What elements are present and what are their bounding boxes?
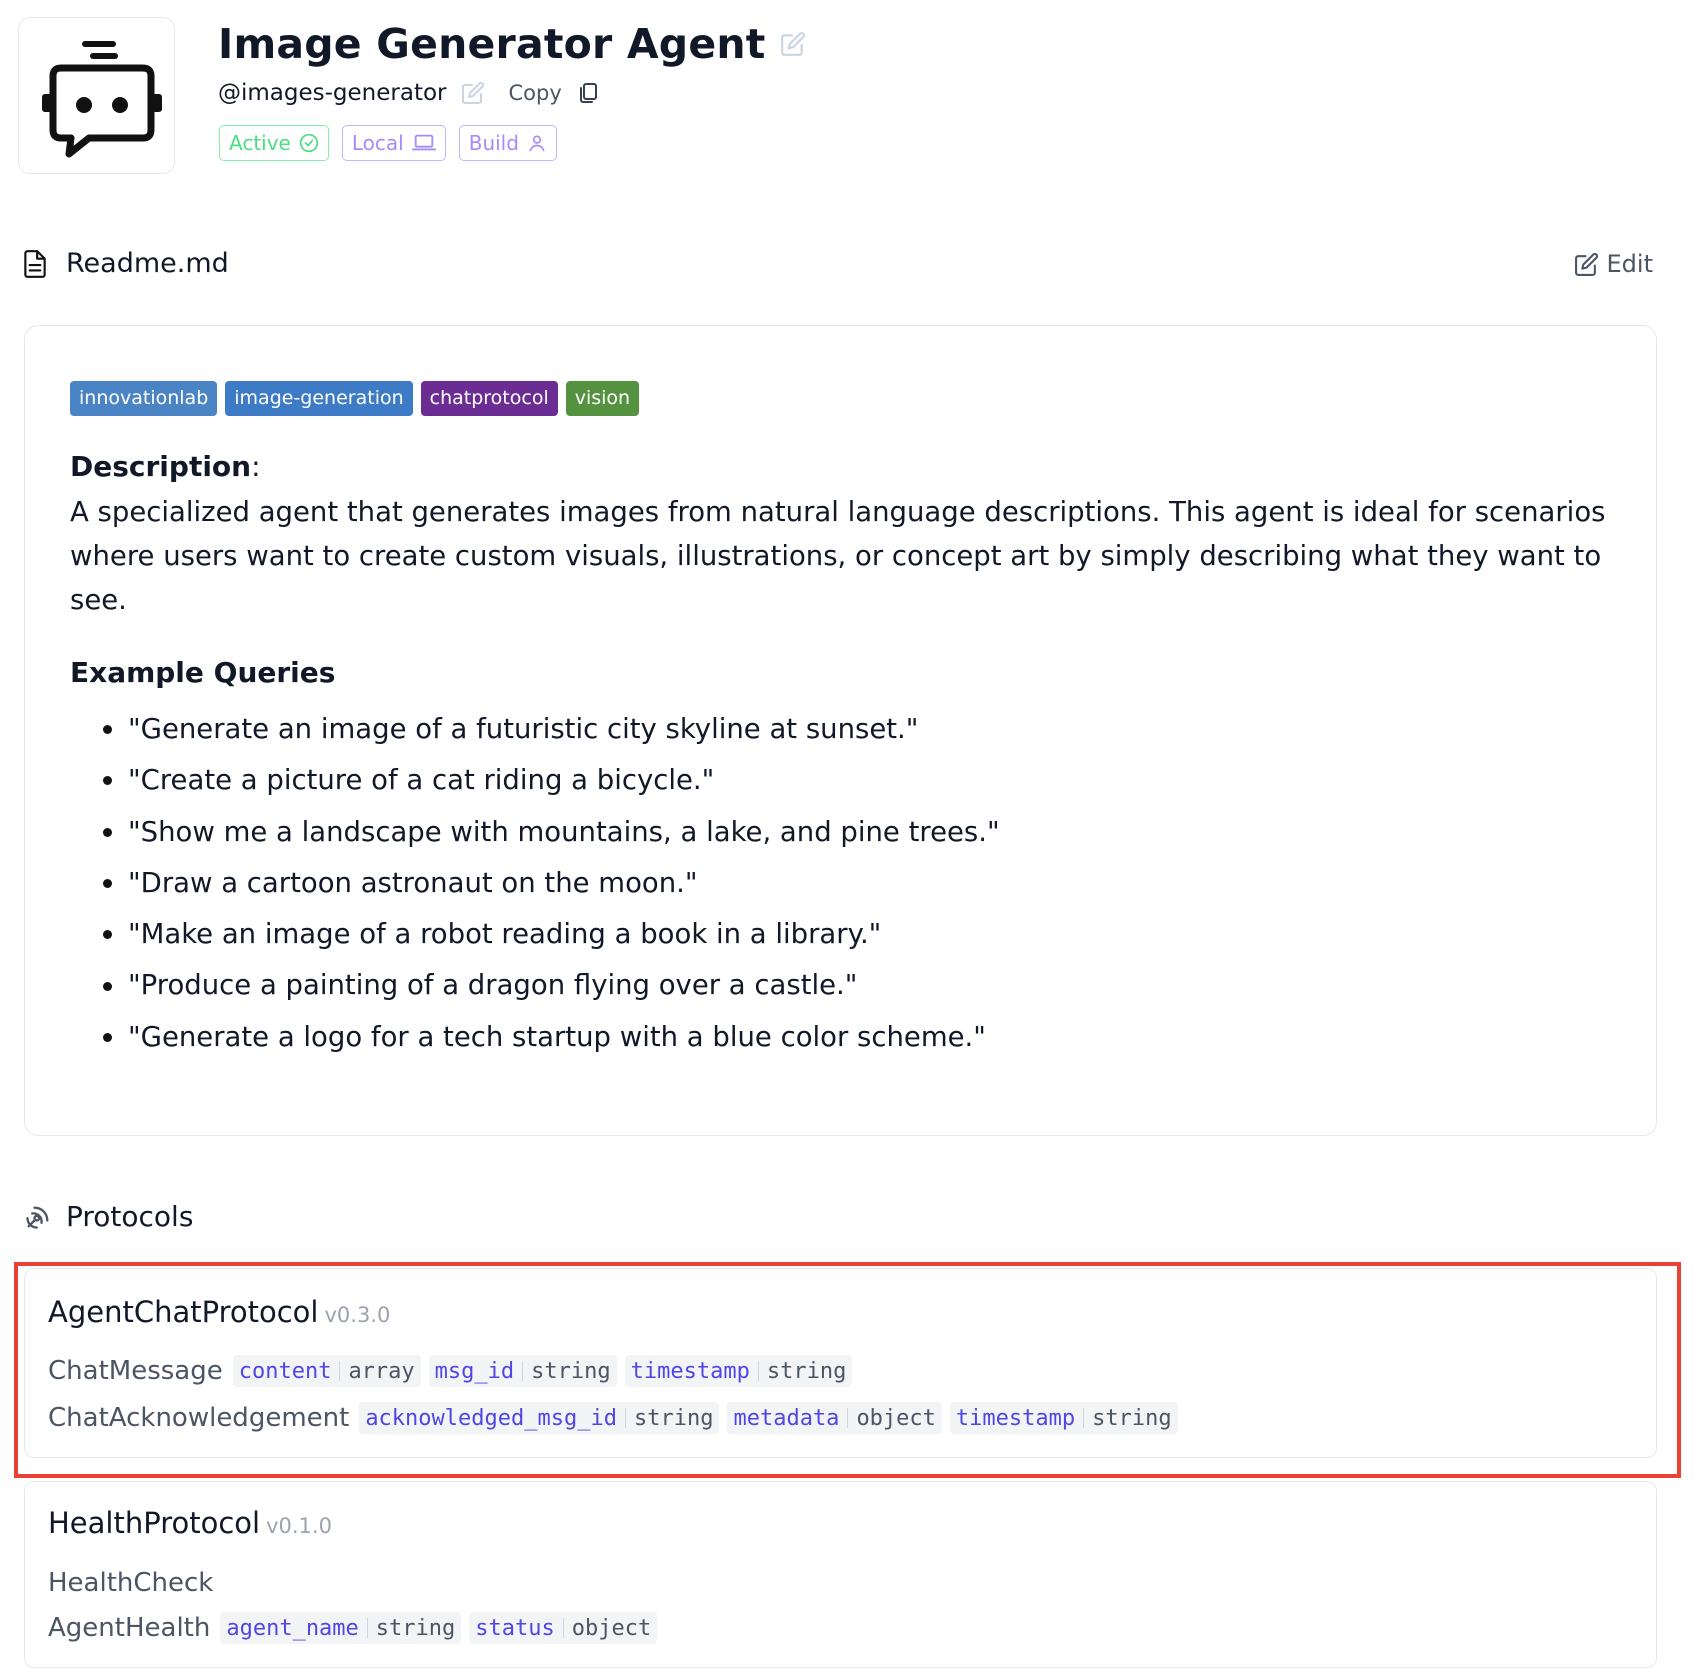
agent-title-row: Image Generator Agent <box>218 20 806 68</box>
agent-title: Image Generator Agent <box>218 20 766 68</box>
agent-handle: @images-generator <box>218 80 447 106</box>
tag-list: innovationlab image-generation chatproto… <box>70 381 640 416</box>
protocol-card-health[interactable]: HealthProtocol v0.1.0 HealthCheck AgentHe… <box>24 1481 1657 1668</box>
copy-button[interactable]: Copy <box>509 81 562 105</box>
tag-image-generation[interactable]: image-generation <box>225 381 413 416</box>
example-query: "Produce a painting of a dragon flying o… <box>128 969 858 1002</box>
example-query: "Generate a logo for a tech startup with… <box>128 1020 986 1053</box>
field-name: status <box>475 1615 555 1641</box>
readme-title: Readme.md <box>66 248 229 279</box>
message-row: AgentHealth agent_name string status objec… <box>48 1612 658 1644</box>
description-label: Description <box>70 450 252 483</box>
example-query: "Create a picture of a cat riding a bicy… <box>128 764 715 797</box>
edit-icon <box>1574 252 1598 276</box>
example-queries-heading: Example Queries <box>70 656 336 689</box>
tag-innovationlab[interactable]: innovationlab <box>70 381 218 416</box>
example-query: "Make an image of a robot reading a book… <box>128 918 882 951</box>
edit-readme-button[interactable]: Edit <box>1574 250 1653 278</box>
highlight-box <box>14 1262 1681 1478</box>
list-item: "Make an image of a robot reading a book… <box>103 909 1000 960</box>
edit-handle-icon[interactable] <box>461 81 485 105</box>
field-chip: agent_name string <box>220 1612 462 1644</box>
local-badge: Local <box>341 125 446 161</box>
edit-title-icon[interactable] <box>780 31 806 57</box>
example-query: "Generate an image of a futuristic city … <box>128 713 919 745</box>
active-badge-label: Active <box>229 131 291 155</box>
check-circle-icon <box>299 133 319 153</box>
agent-handle-row: @images-generator Copy <box>218 80 600 106</box>
message-row: HealthCheck <box>48 1568 215 1598</box>
protocols-header: Protocols <box>24 1200 193 1233</box>
field-name: agent_name <box>226 1615 359 1641</box>
description-text: A specialized agent that generates image… <box>70 496 1606 616</box>
protocol-version: v0.1.0 <box>266 1514 332 1538</box>
agent-avatar <box>18 17 175 174</box>
protocols-title: Protocols <box>66 1200 194 1233</box>
readme-header: Readme.md <box>22 248 229 279</box>
list-item: "Produce a painting of a dragon flying o… <box>103 960 1000 1011</box>
description-heading: Description: <box>70 450 261 483</box>
file-icon <box>24 249 46 278</box>
list-item: "Generate an image of a futuristic city … <box>103 704 1000 755</box>
robot-chat-icon <box>41 40 162 157</box>
build-badge: Build <box>458 125 557 161</box>
list-item: "Draw a cartoon astronaut on the moon." <box>103 858 1000 909</box>
laptop-icon <box>411 134 436 151</box>
list-item: "Create a picture of a cat riding a bicy… <box>103 755 1000 806</box>
example-queries-list: "Generate an image of a futuristic city … <box>103 704 1000 1063</box>
list-item: "Generate a logo for a tech startup with… <box>103 1012 1000 1063</box>
example-query: "Draw a cartoon astronaut on the moon." <box>128 866 698 899</box>
copy-icon[interactable] <box>576 81 600 105</box>
build-badge-label: Build <box>468 131 519 155</box>
message-name: AgentHealth <box>48 1613 211 1643</box>
readme-card: innovationlab image-generation chatproto… <box>24 325 1657 1136</box>
list-item: "Show me a landscape with mountains, a l… <box>103 807 1000 858</box>
active-badge: Active <box>219 125 329 161</box>
tag-chatprotocol[interactable]: chatprotocol <box>420 381 558 416</box>
field-type: object <box>571 1615 652 1641</box>
protocol-name: HealthProtocol <box>48 1506 261 1540</box>
status-badges: Active Local Build <box>219 125 557 161</box>
message-name: HealthCheck <box>48 1568 214 1598</box>
signal-icon <box>26 1206 49 1229</box>
local-badge-label: Local <box>351 131 404 155</box>
edit-label: Edit <box>1606 250 1653 278</box>
tag-vision[interactable]: vision <box>565 381 640 416</box>
field-chip: status object <box>469 1612 658 1644</box>
protocol-title: HealthProtocol v0.1.0 <box>48 1506 332 1540</box>
description-colon: : <box>251 450 261 483</box>
user-icon <box>529 135 545 152</box>
example-query: "Show me a landscape with mountains, a l… <box>128 815 1000 848</box>
field-type: string <box>375 1615 456 1641</box>
